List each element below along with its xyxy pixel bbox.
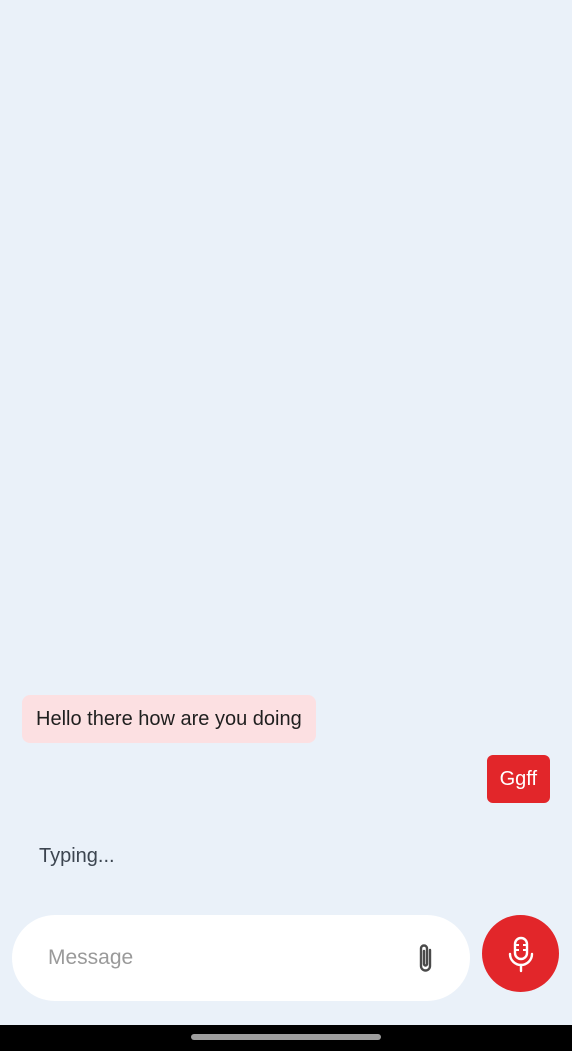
message-input[interactable] <box>42 937 382 979</box>
home-indicator[interactable] <box>191 1034 381 1040</box>
chat-area: Hello there how are you doing Ggff Typin… <box>0 0 572 1025</box>
microphone-icon <box>508 936 533 972</box>
system-navigation-bar <box>0 1025 572 1051</box>
message-composer <box>12 915 470 1001</box>
attach-button[interactable] <box>408 939 444 977</box>
received-message-bubble[interactable]: Hello there how are you doing <box>22 695 316 743</box>
voice-record-button[interactable] <box>482 915 559 992</box>
sent-message-bubble[interactable]: Ggff <box>486 755 550 803</box>
typing-indicator: Typing... <box>39 845 115 867</box>
paperclip-icon <box>419 944 432 972</box>
